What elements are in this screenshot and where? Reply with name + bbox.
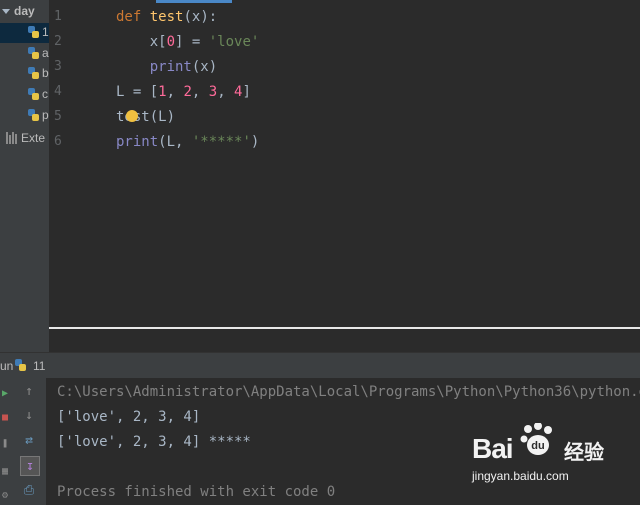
python-file-icon [28, 109, 39, 122]
line-number: 3 [54, 59, 62, 74]
scroll-up-arrow-icon[interactable]: ↑ [20, 382, 38, 400]
rerun-icon[interactable]: ▶ [0, 384, 10, 402]
code-line[interactable]: def test(x): [116, 7, 217, 27]
code-token: ( [183, 9, 192, 25]
console-line: ['love', 2, 3, 4] ***** [57, 434, 251, 450]
run-toolbar-right: ↑ ↓ ⇄ ↧ ⎙ [12, 378, 47, 505]
paw-logo-icon: du [520, 423, 552, 455]
code-token: 2 [183, 84, 192, 100]
code-token: 0 [166, 34, 176, 50]
console-line: C:\Users\Administrator\AppData\Local\Pro… [57, 384, 640, 400]
code-token: 1 [158, 84, 167, 100]
code-token: def [116, 9, 150, 25]
python-file-icon [15, 359, 26, 372]
watermark-brand: Bai [472, 433, 514, 464]
tree-file-item[interactable]: b [0, 64, 49, 84]
code-token: print [116, 134, 159, 150]
code-line[interactable]: print(x) [116, 57, 217, 77]
code-token: 3 [208, 84, 218, 100]
python-file-icon [28, 26, 39, 39]
file-label: p [42, 108, 49, 122]
tree-file-item[interactable]: 1 [0, 23, 49, 43]
scroll-down-arrow-icon[interactable]: ↓ [20, 406, 38, 424]
baidu-jingyan-watermark: Bai du 经验 jingyan.baidu.com [472, 423, 622, 493]
svg-text:du: du [531, 440, 544, 452]
file-label: 1 [42, 25, 49, 39]
folder-label: day [14, 4, 35, 18]
print-icon[interactable]: ⎙ [20, 481, 38, 499]
code-line[interactable]: test(L) [116, 107, 175, 127]
watermark-site: jingyan.baidu.com [472, 469, 569, 483]
console-line: Process finished with exit code 0 [57, 484, 336, 500]
library-bars-icon [6, 132, 17, 144]
code-token: x[ [116, 34, 167, 50]
code-token: 'love' [208, 34, 260, 50]
stop-icon[interactable]: ■ [0, 408, 10, 426]
code-token: , [191, 84, 209, 100]
code-token: '*****' [191, 134, 251, 150]
line-number: 5 [54, 109, 62, 124]
console-line: ['love', 2, 3, 4] [57, 409, 201, 425]
code-token: print [149, 59, 192, 75]
tree-file-item[interactable]: p [0, 106, 49, 126]
code-token: ) [200, 9, 209, 25]
editor-empty-area[interactable] [49, 329, 640, 352]
line-number: 2 [54, 34, 62, 49]
run-config-tab[interactable]: 11 [33, 359, 45, 373]
tree-folder-day[interactable]: day [0, 2, 35, 20]
pause-icon[interactable]: ❚ [0, 434, 10, 452]
code-editor[interactable]: def test(x): x[0] = 'love' print(x) L = [… [111, 0, 640, 327]
dump-threads-icon[interactable]: ▦ [0, 462, 10, 480]
line-number: 4 [54, 84, 62, 99]
file-label: a [42, 46, 49, 60]
code-line[interactable]: x[0] = 'love' [116, 32, 260, 52]
active-tab-indicator [156, 0, 232, 3]
code-line[interactable]: L = [1, 2, 3, 4] [116, 82, 251, 102]
code-token: ] = [175, 34, 209, 50]
code-token: (L, [158, 134, 192, 150]
code-token: test(L) [116, 109, 176, 125]
line-number: 6 [54, 134, 62, 149]
tree-file-item[interactable]: c [0, 85, 49, 105]
code-token: , [217, 84, 235, 100]
file-label: c [42, 87, 48, 101]
scroll-to-end-icon[interactable]: ↧ [20, 456, 40, 476]
intention-bulb-icon[interactable] [126, 110, 138, 122]
line-number-gutter: 1 2 3 4 5 6 [49, 0, 111, 327]
external-libraries-item[interactable]: Exte [0, 130, 45, 146]
run-toolbar-left: ▶ ■ ❚ ▦ ⚙ [0, 378, 12, 505]
code-token: L = [ [116, 84, 159, 100]
project-tree: day 1 a b c p Exte [0, 0, 49, 352]
expand-arrow-icon[interactable] [2, 8, 10, 14]
soft-wrap-icon[interactable]: ⇄ [20, 431, 38, 449]
run-panel-label: un [0, 359, 14, 373]
python-file-icon [28, 47, 39, 60]
code-token: (x) [191, 59, 218, 75]
settings-icon[interactable]: ⚙ [0, 486, 10, 504]
run-panel-header: un 11 [0, 352, 640, 379]
external-libraries-label: Exte [21, 131, 46, 145]
line-number: 1 [54, 9, 62, 24]
python-file-icon [28, 88, 39, 101]
code-token: test [149, 9, 184, 25]
code-token: : [208, 9, 218, 25]
code-token: , [166, 84, 184, 100]
code-line[interactable]: print(L, '*****') [116, 132, 259, 152]
tree-file-item[interactable]: a [0, 44, 49, 64]
python-file-icon [28, 67, 39, 80]
code-token: ) [250, 134, 260, 150]
file-label: b [42, 66, 49, 80]
watermark-jingyan: 经验 [564, 440, 604, 464]
code-token: ] [242, 84, 251, 100]
